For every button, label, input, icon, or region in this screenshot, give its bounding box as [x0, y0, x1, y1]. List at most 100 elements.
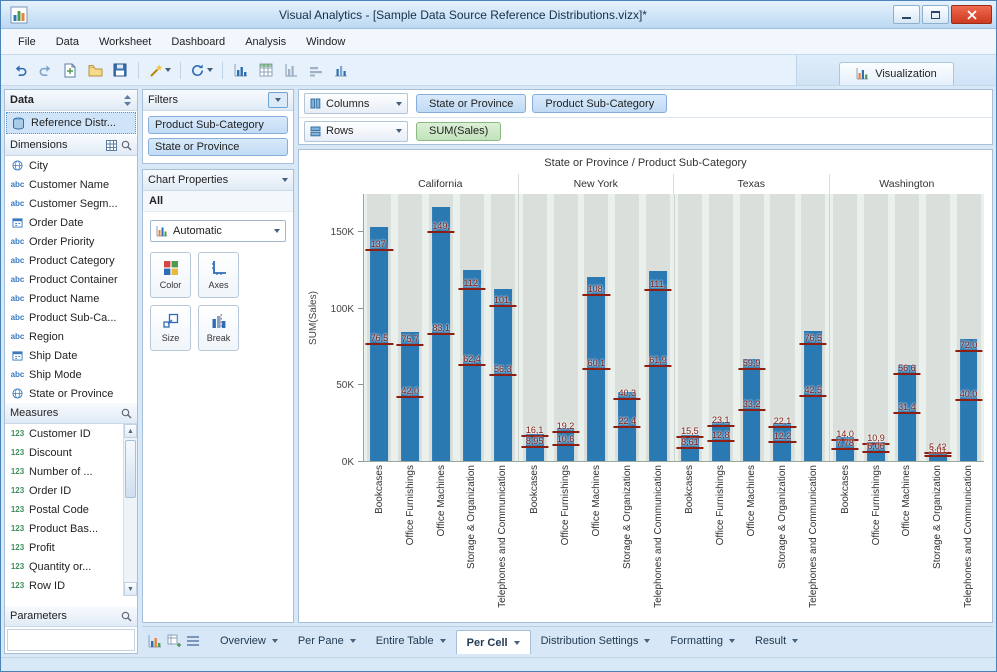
dimension-item-product-category[interactable]: abc Product Category [5, 251, 137, 270]
measure-item-postal-code[interactable]: 123 Postal Code [5, 500, 123, 519]
view-as-table-icon[interactable] [106, 139, 117, 151]
dimension-item-product-container[interactable]: abc Product Container [5, 270, 137, 289]
dimension-item-order-priority[interactable]: abc Order Priority [5, 232, 137, 251]
menu-analysis[interactable]: Analysis [236, 32, 295, 52]
reference-label-lower: 10,6 [556, 433, 575, 444]
bar-slot-new-york-telephones-and-communication: 111, 61,9 [643, 194, 674, 461]
menu-window[interactable]: Window [297, 32, 354, 52]
y-tick-label: 0K [341, 457, 354, 468]
marks-chart-tool-button[interactable] [305, 59, 327, 81]
dimension-item-order-date[interactable]: Order Date [5, 213, 137, 232]
dimension-item-product-name[interactable]: abc Product Name [5, 289, 137, 308]
list-view-icon[interactable] [186, 635, 200, 647]
undo-button[interactable] [9, 59, 31, 81]
dimension-item-state-or-province[interactable]: State or Province [5, 384, 137, 403]
dual-chart-icon [335, 66, 347, 77]
property-button-color[interactable]: Color [150, 252, 191, 298]
measure-item-row-id[interactable]: 123 Row ID [5, 576, 123, 595]
menu-dashboard[interactable]: Dashboard [162, 32, 234, 52]
refresh-button[interactable] [188, 59, 215, 81]
tab-entire-table[interactable]: Entire Table [366, 627, 456, 654]
format-wand-button[interactable] [146, 59, 173, 81]
axes-chart-tool-button[interactable] [280, 59, 302, 81]
save-button[interactable] [109, 59, 131, 81]
chart-properties-title: Chart Properties [148, 174, 229, 186]
search-icon[interactable] [121, 611, 132, 622]
scrollbar-track[interactable] [124, 438, 137, 582]
pill-product-sub-category[interactable]: Product Sub-Category [532, 94, 668, 113]
pill-state-or-province[interactable]: State or Province [416, 94, 527, 113]
tab-label: Per Cell [466, 636, 508, 649]
reference-line-upper [799, 342, 827, 345]
pill-sum-sales[interactable]: SUM(Sales) [416, 121, 502, 141]
measure-item-quantity-or[interactable]: 123 Quantity or... [5, 557, 123, 576]
window-title: Visual Analytics - [Sample Data Source R… [279, 7, 647, 22]
filters-dropdown-button[interactable] [268, 92, 288, 108]
rows-shelf-button[interactable]: Rows [304, 120, 408, 142]
sort-fields-icon[interactable] [123, 94, 132, 106]
bar-slot-washington-bookcases: 14,0 7,78 [830, 194, 861, 461]
dimensions-header: Dimensions [5, 135, 137, 156]
dimension-item-ship-date[interactable]: Ship Date [5, 346, 137, 365]
bar-chart-tool-button[interactable] [230, 59, 252, 81]
measure-item-profit[interactable]: 123 Profit [5, 538, 123, 557]
add-worksheet-icon[interactable] [167, 634, 181, 648]
chart-area: Columns State or Province Product Sub-Cat… [298, 89, 993, 623]
columns-shelf-button[interactable]: Columns [304, 93, 408, 114]
maximize-button[interactable] [922, 5, 949, 24]
scroll-up-icon[interactable]: ▲ [124, 424, 137, 438]
scroll-down-icon[interactable]: ▼ [124, 582, 137, 596]
mini-bar-chart-icon[interactable] [148, 634, 162, 648]
measure-item-number-of[interactable]: 123 Number of ... [5, 462, 123, 481]
measure-item-label: Postal Code [29, 503, 89, 516]
tab-formatting[interactable]: Formatting [660, 627, 745, 654]
menu-data[interactable]: Data [47, 32, 88, 52]
tab-per-cell[interactable]: Per Cell [455, 630, 531, 654]
search-icon[interactable] [121, 140, 132, 151]
redo-button[interactable] [34, 59, 56, 81]
dimension-item-customer-segm[interactable]: abc Customer Segm... [5, 194, 137, 213]
dimension-item-city[interactable]: City [5, 156, 137, 175]
measure-item-customer-id[interactable]: 123 Customer ID [5, 424, 123, 443]
measure-item-label: Product Bas... [29, 522, 99, 535]
measure-item-discount[interactable]: 123 Discount [5, 443, 123, 462]
filter-pill-state-or-province[interactable]: State or Province [148, 138, 288, 156]
tab-result[interactable]: Result [745, 627, 808, 654]
filter-pill-product-sub-category[interactable]: Product Sub-Category [148, 116, 288, 134]
tab-per-pane[interactable]: Per Pane [288, 627, 366, 654]
bar-slot-washington-office-furnishings: 10,9 6,06 [861, 194, 892, 461]
y-tick-mark [358, 231, 363, 233]
dimension-item-region[interactable]: abc Region [5, 327, 137, 346]
abc-icon: abc [10, 237, 25, 246]
search-icon[interactable] [121, 408, 132, 419]
dual-chart-tool-button[interactable] [330, 59, 352, 81]
dimension-item-ship-mode[interactable]: abc Ship Mode [5, 365, 137, 384]
tab-distribution-settings[interactable]: Distribution Settings [531, 627, 661, 654]
property-button-axes[interactable]: Axes [198, 252, 239, 298]
scrollbar-thumb[interactable] [125, 440, 136, 498]
measure-item-product-bas[interactable]: 123 Product Bas... [5, 519, 123, 538]
dimension-item-customer-name[interactable]: abc Customer Name [5, 175, 137, 194]
tab-visualization[interactable]: Visualization [839, 62, 954, 85]
y-tick-mark [358, 461, 363, 462]
new-workbook-button[interactable] [59, 59, 81, 81]
property-button-break[interactable]: Break [198, 305, 239, 351]
distribution-band [863, 194, 889, 461]
reference-label-lower: 33,2 [742, 399, 761, 410]
minimize-button[interactable] [893, 5, 920, 24]
menu-file[interactable]: File [9, 32, 45, 52]
properties-scope[interactable]: All [143, 191, 293, 212]
close-button[interactable] [951, 5, 992, 24]
dimension-item-product-sub-ca[interactable]: abc Product Sub-Ca... [5, 308, 137, 327]
chevron-down-icon[interactable] [282, 178, 288, 182]
mark-type-select[interactable]: Automatic [150, 220, 286, 242]
reference-line-lower [768, 441, 797, 444]
tab-overview[interactable]: Overview [210, 627, 288, 654]
table-grid-tool-button[interactable] [255, 59, 277, 81]
open-button[interactable] [84, 59, 106, 81]
menu-worksheet[interactable]: Worksheet [90, 32, 160, 52]
measures-scrollbar[interactable]: ▲ ▼ [123, 424, 137, 596]
measure-item-order-id[interactable]: 123 Order ID [5, 481, 123, 500]
data-source-item[interactable]: Reference Distr... [6, 112, 136, 134]
property-button-size[interactable]: Size [150, 305, 191, 351]
